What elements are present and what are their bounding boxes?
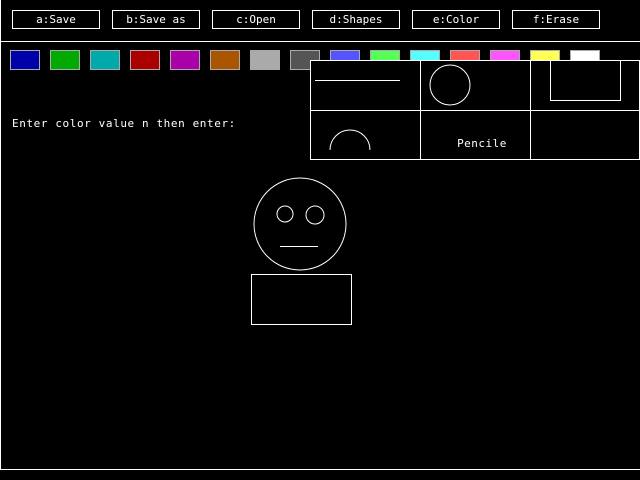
color-swatch-blue[interactable] (10, 50, 40, 70)
color-swatch-light-gray[interactable] (250, 50, 280, 70)
color-swatch-cyan[interactable] (90, 50, 120, 70)
face-drawing (253, 177, 347, 271)
color-swatch-magenta[interactable] (170, 50, 200, 70)
shapes-button[interactable]: d:Shapes (312, 10, 400, 29)
drawing-canvas[interactable] (0, 160, 640, 470)
color-swatch-brown[interactable] (210, 50, 240, 70)
erase-button[interactable]: f:Erase (512, 10, 600, 29)
save-as-button[interactable]: b:Save as (112, 10, 200, 29)
color-button[interactable]: e:Color (412, 10, 500, 29)
color-swatch-green[interactable] (50, 50, 80, 70)
color-swatch-red[interactable] (130, 50, 160, 70)
open-button[interactable]: c:Open (212, 10, 300, 29)
color-prompt: Enter color value n then enter: (12, 117, 236, 130)
pencil-tool[interactable]: Pencile (440, 137, 524, 150)
body-rectangle (251, 274, 352, 325)
save-button[interactable]: a:Save (12, 10, 100, 29)
